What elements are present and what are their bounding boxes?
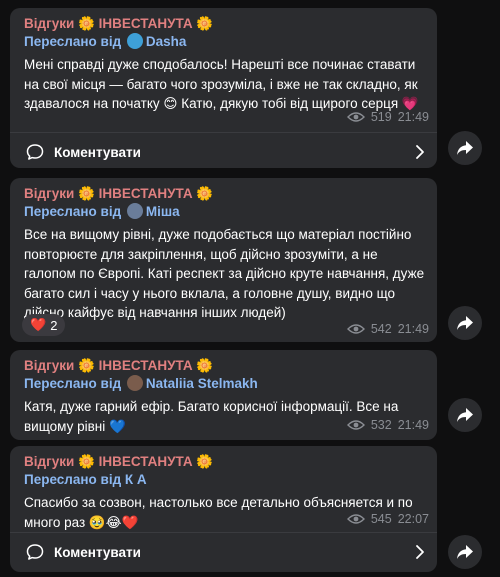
forwarded-from[interactable]: Переслано від К А — [24, 471, 425, 489]
sender-name[interactable]: Nataliia Stelmakh — [146, 376, 258, 391]
forwarded-label: Переслано від — [24, 472, 122, 487]
chevron-right-icon — [416, 145, 424, 159]
share-button[interactable] — [448, 306, 482, 340]
message-time: 21:49 — [397, 418, 429, 432]
comment-icon — [26, 144, 44, 160]
share-icon — [457, 545, 473, 559]
reaction-emoji: ❤️ — [30, 317, 47, 332]
message-text: Все на вищому рівні, дуже подобається що… — [24, 227, 425, 320]
comments-label: Коментувати — [54, 144, 141, 160]
message-meta: 545 22:07 — [346, 512, 429, 526]
share-icon — [457, 408, 473, 422]
reaction-badge[interactable]: ❤️ 2 — [22, 314, 66, 336]
forwarded-label: Переслано від — [24, 376, 122, 391]
eye-icon — [346, 112, 365, 122]
comments-label: Коментувати — [54, 544, 141, 560]
sender-name[interactable]: Міша — [146, 204, 180, 219]
comment-icon — [26, 544, 44, 560]
message-meta: 532 21:49 — [346, 418, 429, 432]
channel-name[interactable]: Відгуки 🌼 ІНВЕСТАНУТА 🌼 — [24, 357, 425, 375]
share-button[interactable] — [448, 398, 482, 432]
avatar — [126, 375, 143, 391]
forwarded-from[interactable]: Переслано від Dasha — [24, 33, 425, 51]
view-count: 532 — [370, 418, 392, 432]
message-meta: 519 21:49 — [346, 110, 429, 124]
eye-icon — [346, 420, 365, 430]
chevron-right-icon — [416, 545, 424, 559]
reaction-count: 2 — [50, 317, 58, 333]
view-count: 519 — [370, 110, 392, 124]
message-bubble: Відгуки 🌼 ІНВЕСТАНУТА 🌼 Переслано від Na… — [10, 350, 437, 440]
message-time: 21:49 — [397, 110, 429, 124]
sender-name[interactable]: К А — [125, 472, 147, 487]
share-button[interactable] — [448, 535, 482, 569]
view-count: 542 — [370, 322, 392, 336]
forwarded-label: Переслано від — [24, 34, 122, 49]
avatar — [126, 203, 143, 219]
share-icon — [457, 141, 473, 155]
share-icon — [457, 316, 473, 330]
comments-button[interactable]: Коментувати — [10, 132, 437, 172]
message-time: 22:07 — [397, 512, 429, 526]
channel-name[interactable]: Відгуки 🌼 ІНВЕСТАНУТА 🌼 — [24, 185, 425, 203]
forwarded-from[interactable]: Переслано від Міша — [24, 203, 425, 221]
forwarded-from[interactable]: Переслано від Nataliia Stelmakh — [24, 375, 425, 393]
message-time: 21:49 — [397, 322, 429, 336]
sender-name[interactable]: Dasha — [146, 34, 187, 49]
message-meta: 542 21:49 — [346, 322, 429, 336]
comments-button[interactable]: Коментувати — [10, 532, 437, 572]
message-text: Мені справді дуже сподобалось! Нарешті в… — [24, 57, 419, 111]
eye-icon — [346, 324, 365, 334]
share-button[interactable] — [448, 131, 482, 165]
channel-name[interactable]: Відгуки 🌼 ІНВЕСТАНУТА 🌼 — [24, 453, 425, 471]
message-bubble: Відгуки 🌼 ІНВЕСТАНУТА 🌼 Переслано від Da… — [10, 8, 437, 168]
eye-icon — [346, 514, 365, 524]
forwarded-label: Переслано від — [24, 204, 122, 219]
channel-name[interactable]: Відгуки 🌼 ІНВЕСТАНУТА 🌼 — [24, 15, 425, 33]
avatar — [126, 33, 143, 49]
message-bubble: Відгуки 🌼 ІНВЕСТАНУТА 🌼 Переслано від К … — [10, 446, 437, 572]
message-bubble: Відгуки 🌼 ІНВЕСТАНУТА 🌼 Переслано від Мі… — [10, 178, 437, 342]
view-count: 545 — [370, 512, 392, 526]
